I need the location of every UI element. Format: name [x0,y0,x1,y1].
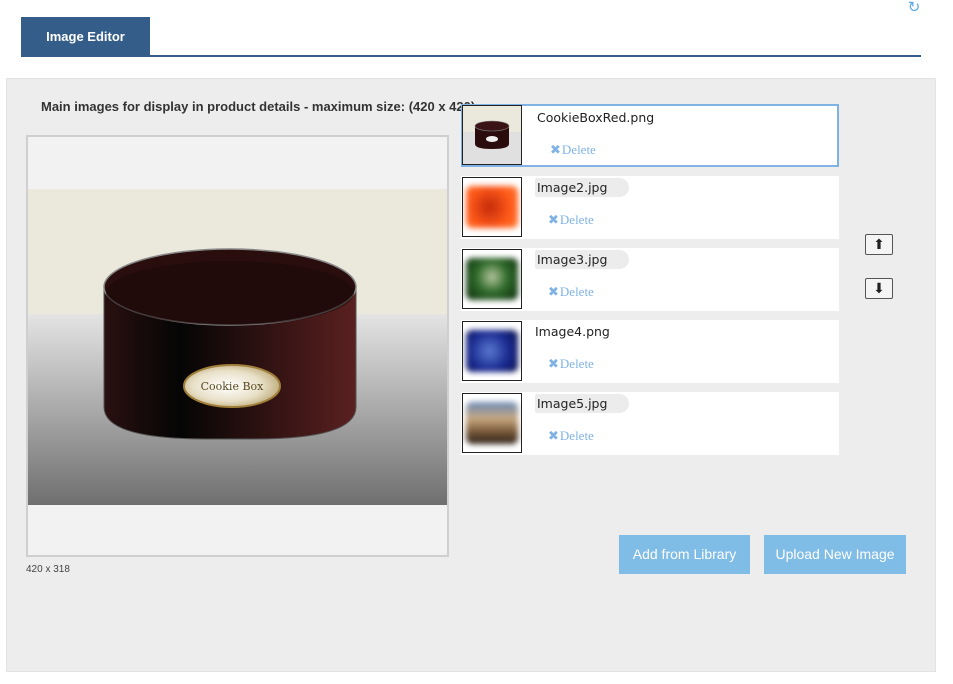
thumbnail-5 [462,393,522,453]
arrow-down-icon: ⬇ [873,280,885,296]
arrow-up-icon: ⬆ [873,236,885,252]
preview-dimensions: 420 x 318 [26,564,70,575]
close-icon: ✖ [550,143,561,158]
tab-image-editor[interactable]: Image Editor [21,17,150,56]
image-list: CookieBoxRed.png ✖Delete Image2.jpg ✖Del… [461,104,841,464]
thumbnail-4 [462,321,522,381]
move-down-button[interactable]: ⬇ [865,278,893,299]
delete-link[interactable]: ✖Delete [548,428,594,444]
cookie-box-image: Cookie Box [28,189,447,505]
thumbnail-2 [462,177,522,237]
upload-new-image-button[interactable]: Upload New Image [764,535,906,574]
add-from-library-button[interactable]: Add from Library [619,535,750,574]
close-icon: ✖ [548,357,559,372]
panel-heading: Main images for display in product detai… [41,99,476,114]
label-text: Cookie Box [201,380,265,393]
file-name: Image2.jpg [535,178,630,197]
image-row-2[interactable]: Image2.jpg ✖Delete [461,176,839,239]
file-name: Image5.jpg [535,394,630,413]
main-image-preview: Cookie Box [26,135,449,557]
close-icon: ✖ [548,213,559,228]
close-icon: ✖ [548,429,559,444]
image-row-1[interactable]: CookieBoxRed.png ✖Delete [461,104,839,167]
file-name: Image3.jpg [535,250,630,269]
tab-underline [21,55,921,57]
delete-link[interactable]: ✖Delete [548,356,594,372]
file-name: CookieBoxRed.png [537,110,655,125]
page: ↻ Image Editor Main images for display i… [0,0,953,684]
image-row-5[interactable]: Image5.jpg ✖Delete [461,392,839,455]
close-icon: ✖ [548,285,559,300]
file-name: Image4.png [535,324,610,339]
delete-link[interactable]: ✖Delete [548,284,594,300]
thumbnail-1 [462,105,522,165]
image-row-3[interactable]: Image3.jpg ✖Delete [461,248,839,311]
refresh-icon[interactable]: ↻ [905,0,923,16]
delete-link[interactable]: ✖Delete [548,212,594,228]
move-up-button[interactable]: ⬆ [865,234,893,255]
delete-link[interactable]: ✖Delete [550,142,596,158]
thumbnail-3 [462,249,522,309]
image-row-4[interactable]: Image4.png ✖Delete [461,320,839,383]
